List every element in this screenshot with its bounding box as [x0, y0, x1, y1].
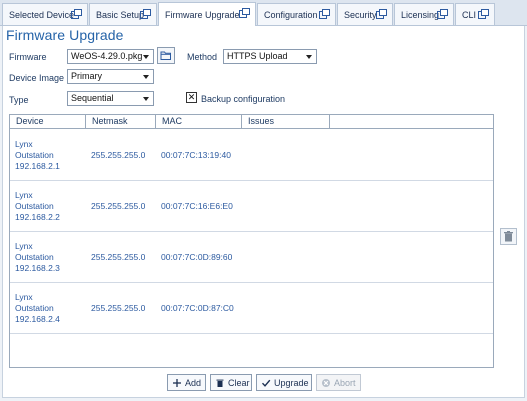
type-select[interactable]: Sequential — [67, 91, 154, 106]
tab-label: Selected Device — [9, 9, 75, 20]
tab-licensing[interactable]: Licensing — [394, 3, 454, 25]
popout-icon[interactable] — [239, 8, 250, 18]
tab-label: Licensing — [401, 9, 440, 20]
clear-button-label: Clear — [228, 377, 250, 388]
popout-icon[interactable] — [478, 9, 489, 19]
device-ip: 192.168.2.1 — [15, 161, 60, 171]
device-ip: 192.168.2.2 — [15, 212, 60, 222]
netmask-cell: 255.255.255.0 — [91, 303, 146, 313]
tab-label: Configuration — [264, 9, 318, 20]
tab-label: Firmware Upgrade — [165, 10, 240, 20]
device-cell: Lynx Outstation 192.168.2.1 — [15, 139, 85, 172]
upgrade-button-label: Upgrade — [274, 377, 309, 388]
checkmark-icon — [261, 379, 271, 387]
clear-button[interactable]: Clear — [210, 374, 252, 391]
popout-icon[interactable] — [140, 9, 151, 19]
column-header-netmask[interactable]: Netmask — [86, 115, 156, 129]
chevron-down-icon — [306, 55, 312, 59]
method-select-value: HTTPS Upload — [227, 51, 288, 61]
mac-cell: 00:07:7C:0D:87:C0 — [161, 303, 234, 313]
netmask-cell: 255.255.255.0 — [91, 150, 146, 160]
tab-security[interactable]: Security — [337, 3, 393, 25]
method-select[interactable]: HTTPS Upload — [223, 49, 317, 64]
table-row[interactable]: Lynx Outstation 192.168.2.4 255.255.255.… — [10, 283, 493, 334]
device-name: Lynx — [15, 292, 33, 302]
mac-cell: 00:07:7C:0D:89:60 — [161, 252, 233, 262]
tab-label: CLI — [462, 9, 477, 20]
tab-label: Security — [344, 9, 377, 20]
tab-label: Basic Setup — [96, 9, 145, 20]
table-row[interactable]: Lynx Outstation 192.168.2.1 255.255.255.… — [10, 130, 493, 181]
abort-button[interactable]: Abort — [316, 374, 361, 391]
mac-cell: 00:07:7C:13:19:40 — [161, 150, 231, 160]
popout-icon[interactable] — [437, 9, 448, 19]
tab-selected-device[interactable]: Selected Device — [2, 3, 88, 25]
table-row[interactable]: Lynx Outstation 192.168.2.3 255.255.255.… — [10, 232, 493, 283]
trash-icon — [504, 231, 513, 242]
device-role: Outstation — [15, 303, 54, 313]
chevron-down-icon — [143, 75, 149, 79]
netmask-cell: 255.255.255.0 — [91, 252, 146, 262]
upgrade-button[interactable]: Upgrade — [256, 374, 312, 391]
tab-basic-setup[interactable]: Basic Setup — [89, 3, 157, 25]
column-header-device[interactable]: Device — [10, 115, 86, 129]
column-header-mac[interactable]: MAC — [156, 115, 242, 129]
firmware-select-value: WeOS-4.29.0.pkg — [71, 51, 143, 61]
backup-configuration-label: Backup configuration — [201, 94, 286, 104]
device-cell: Lynx Outstation 192.168.2.4 — [15, 292, 85, 325]
firmware-label: Firmware — [9, 52, 47, 62]
abort-button-label: Abort — [334, 377, 356, 388]
device-role: Outstation — [15, 252, 54, 262]
device-name: Lynx — [15, 241, 33, 251]
trash-icon — [216, 379, 224, 387]
table-row[interactable]: Lynx Outstation 192.168.2.2 255.255.255.… — [10, 181, 493, 232]
tab-bar: Selected Device Basic Setup Firmware Upg… — [0, 0, 527, 27]
device-cell: Lynx Outstation 192.168.2.3 — [15, 241, 85, 274]
device-name: Lynx — [15, 139, 33, 149]
device-ip: 192.168.2.4 — [15, 314, 60, 324]
browse-folder-button[interactable] — [157, 47, 175, 64]
device-role: Outstation — [15, 150, 54, 160]
tab-firmware-upgrade[interactable]: Firmware Upgrade — [158, 2, 256, 27]
folder-icon — [160, 51, 171, 60]
mac-cell: 00:07:7C:16:E6:E0 — [161, 201, 233, 211]
chevron-down-icon — [143, 97, 149, 101]
device-cell: Lynx Outstation 192.168.2.2 — [15, 190, 85, 223]
plus-icon — [173, 378, 181, 387]
method-label: Method — [187, 52, 218, 62]
device-image-label: Device Image — [9, 73, 65, 83]
device-role: Outstation — [15, 201, 54, 211]
add-button-label: Add — [185, 377, 202, 388]
remove-device-button[interactable] — [500, 228, 517, 245]
device-image-select[interactable]: Primary — [67, 69, 154, 84]
popout-icon[interactable] — [71, 9, 82, 19]
tab-cli[interactable]: CLI — [455, 3, 495, 25]
type-label: Type — [9, 95, 29, 105]
device-name: Lynx — [15, 190, 33, 200]
firmware-select[interactable]: WeOS-4.29.0.pkg — [67, 49, 154, 64]
table-header: Device Netmask MAC Issues — [10, 115, 493, 129]
type-select-value: Sequential — [71, 93, 114, 103]
backup-configuration-checkbox[interactable]: ✕ — [186, 92, 197, 103]
cancel-icon — [322, 378, 330, 387]
chevron-down-icon — [143, 55, 149, 59]
page-title: Firmware Upgrade — [6, 27, 124, 43]
netmask-cell: 255.255.255.0 — [91, 201, 146, 211]
add-button[interactable]: Add — [167, 374, 206, 391]
device-image-select-value: Primary — [71, 71, 102, 81]
device-table: Device Netmask MAC Issues Lynx Outstatio… — [9, 114, 494, 368]
popout-icon[interactable] — [376, 9, 387, 19]
tab-configuration[interactable]: Configuration — [257, 3, 336, 25]
popout-icon[interactable] — [319, 9, 330, 19]
column-header-issues[interactable]: Issues — [242, 115, 330, 129]
device-ip: 192.168.2.3 — [15, 263, 60, 273]
